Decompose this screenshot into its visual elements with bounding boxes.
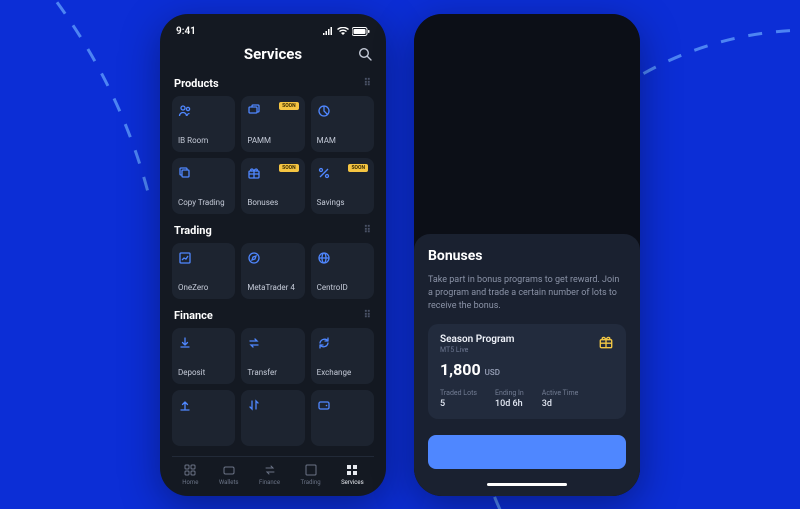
status-indicators	[322, 27, 370, 36]
soon-badge: Soon	[348, 164, 368, 172]
program-title: Season Program	[440, 334, 514, 345]
bonus-amount: 1,800 USD	[440, 360, 614, 379]
finance-exchange[interactable]: Exchange	[311, 328, 374, 384]
percent-icon	[317, 166, 331, 180]
tab-home[interactable]: Home	[182, 463, 198, 486]
soon-badge: Soon	[279, 164, 299, 172]
stat-traded-lots: Traded Lots 5	[440, 389, 477, 409]
upload-icon	[178, 398, 192, 412]
tab-wallets[interactable]: Wallets	[219, 463, 239, 486]
tab-trading[interactable]: Trading	[301, 463, 321, 486]
download-icon	[178, 336, 192, 350]
product-ib-room[interactable]: IB Room	[172, 96, 235, 152]
section-finance-header: Finance ⠿	[174, 309, 372, 322]
grid-icon	[345, 463, 359, 477]
swap-icon	[263, 463, 277, 477]
copy-icon	[178, 166, 192, 180]
layers-icon	[247, 104, 261, 118]
product-mam[interactable]: MAM	[311, 96, 374, 152]
globe-icon	[317, 251, 331, 265]
section-products-header: Products ⠿	[174, 77, 372, 90]
search-icon[interactable]	[358, 47, 372, 61]
chart-icon	[304, 463, 318, 477]
bonus-program-card[interactable]: Season Program MT5 Live 1,800 USD Traded…	[428, 324, 626, 419]
bonuses-bottom-sheet: Bonuses Take part in bonus programs to g…	[414, 234, 640, 495]
trading-onezero[interactable]: OneZero	[172, 243, 235, 299]
status-bar: 9:41	[172, 24, 374, 45]
primary-cta-button[interactable]	[428, 435, 626, 469]
gift-icon	[247, 166, 261, 180]
sort-icon	[247, 398, 261, 412]
users-icon	[178, 104, 192, 118]
services-scroll[interactable]: Products ⠿ IB Room Soon PAMM MAM	[172, 73, 374, 456]
tab-bar: Home Wallets Finance Trading Services	[172, 456, 374, 488]
soon-badge: Soon	[279, 102, 299, 110]
finance-transfer[interactable]: Transfer	[241, 328, 304, 384]
section-trading-header: Trading ⠿	[174, 224, 372, 237]
tab-services[interactable]: Services	[341, 463, 364, 486]
wallet-icon	[317, 398, 331, 412]
home-indicator	[487, 483, 567, 486]
status-time: 9:41	[176, 26, 196, 37]
gift-icon	[598, 334, 614, 350]
home-icon	[183, 463, 197, 477]
refresh-icon	[317, 336, 331, 350]
finance-wallet[interactable]	[311, 390, 374, 446]
reorder-handle-icon[interactable]: ⠿	[364, 310, 372, 321]
bonuses-sheet-screen: Bonuses Take part in bonus programs to g…	[414, 14, 640, 496]
product-pamm[interactable]: Soon PAMM	[241, 96, 304, 152]
pie-icon	[317, 104, 331, 118]
services-screen: 9:41 Services Products ⠿ IB Room	[160, 14, 386, 496]
stat-active-time: Active Time 3d	[542, 389, 579, 409]
sheet-description: Take part in bonus programs to get rewar…	[428, 274, 626, 313]
compass-icon	[247, 251, 261, 265]
tab-finance[interactable]: Finance	[259, 463, 280, 486]
program-subtitle: MT5 Live	[440, 346, 514, 354]
product-bonuses[interactable]: Soon Bonuses	[241, 158, 304, 214]
chart-icon	[178, 251, 192, 265]
finance-history[interactable]	[241, 390, 304, 446]
stat-ending-in: Ending In 10d 6h	[495, 389, 524, 409]
wallet-icon	[222, 463, 236, 477]
screen-header: Services	[172, 45, 374, 73]
swap-icon	[247, 336, 261, 350]
reorder-handle-icon[interactable]: ⠿	[364, 225, 372, 236]
finance-withdraw[interactable]	[172, 390, 235, 446]
finance-deposit[interactable]: Deposit	[172, 328, 235, 384]
page-title: Services	[188, 45, 358, 63]
trading-metatrader4[interactable]: MetaTrader 4	[241, 243, 304, 299]
product-copy-trading[interactable]: Copy Trading	[172, 158, 235, 214]
reorder-handle-icon[interactable]: ⠿	[364, 78, 372, 89]
trading-centroid[interactable]: CentroID	[311, 243, 374, 299]
sheet-title: Bonuses	[428, 248, 626, 264]
product-savings[interactable]: Soon Savings	[311, 158, 374, 214]
